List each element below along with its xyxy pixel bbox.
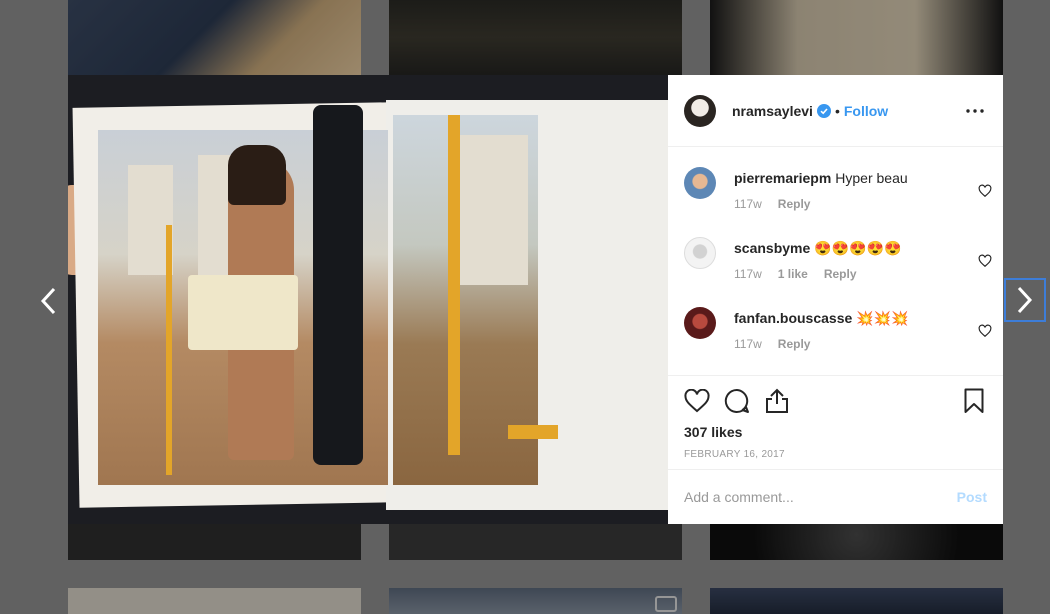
post-image[interactable] — [68, 75, 668, 524]
reply-button[interactable]: Reply — [778, 337, 811, 351]
more-options-icon[interactable] — [963, 99, 987, 123]
figure — [313, 105, 363, 465]
avatar[interactable] — [684, 237, 716, 269]
post-date[interactable]: FEBRUARY 16, 2017 — [684, 449, 987, 460]
bookmark-icon[interactable] — [961, 388, 987, 414]
avatar[interactable] — [684, 94, 716, 127]
post-modal: nramsaylevi • Follow pierremariepm Hyper … — [68, 75, 1003, 524]
comment-text: Hyper beau — [835, 170, 908, 186]
chevron-right-icon[interactable] — [1004, 278, 1046, 322]
post-actions: 307 likes FEBRUARY 16, 2017 — [668, 375, 1003, 469]
chevron-left-icon[interactable] — [30, 283, 66, 319]
comment-input[interactable] — [684, 489, 957, 505]
heart-icon[interactable] — [978, 324, 992, 338]
hair — [228, 145, 286, 205]
heart-icon[interactable] — [684, 388, 710, 414]
towel — [188, 275, 298, 350]
avatar[interactable] — [684, 307, 716, 339]
reply-button[interactable]: Reply — [824, 267, 857, 281]
comment-item: pierremariepm Hyper beau 117w Reply — [684, 155, 1003, 225]
reply-button[interactable]: Reply — [778, 197, 811, 211]
verified-badge-icon — [816, 103, 831, 118]
post-header: nramsaylevi • Follow — [668, 75, 1003, 147]
comment-item: scansbyme 😍😍😍😍😍 117w 1 like Reply — [684, 225, 1003, 295]
share-icon[interactable] — [764, 388, 790, 414]
comment-text: 😍😍😍😍😍 — [814, 240, 902, 256]
comment-composer: Post — [668, 469, 1003, 524]
comment-username[interactable]: scansbyme — [734, 240, 810, 256]
avatar[interactable] — [684, 167, 716, 199]
comment-username[interactable]: pierremariepm — [734, 170, 831, 186]
post-comment-button[interactable]: Post — [957, 489, 987, 505]
comment-like-count[interactable]: 1 like — [778, 267, 808, 281]
comment-age[interactable]: 117w — [734, 267, 762, 281]
author-username[interactable]: nramsaylevi — [732, 103, 813, 119]
comment-item: fanfan.bouscasse 💥💥💥 117w Reply — [684, 295, 1003, 365]
likes-count[interactable]: 307 likes — [684, 424, 987, 440]
comment-username[interactable]: fanfan.bouscasse — [734, 310, 852, 326]
building — [448, 135, 528, 285]
heart-icon[interactable] — [978, 184, 992, 198]
separator-dot: • — [834, 102, 840, 119]
heart-icon[interactable] — [978, 254, 992, 268]
comment-text: 💥💥💥 — [856, 310, 909, 326]
comment-bubble-icon[interactable] — [724, 388, 750, 414]
follow-button[interactable]: Follow — [844, 103, 888, 119]
comment-age[interactable]: 117w — [734, 197, 762, 211]
pole — [166, 225, 172, 475]
pole — [448, 115, 460, 455]
post-sidebar: nramsaylevi • Follow pierremariepm Hyper … — [668, 75, 1003, 524]
comments-list[interactable]: pierremariepm Hyper beau 117w Reply scans… — [668, 147, 1003, 375]
comment-age[interactable]: 117w — [734, 337, 762, 351]
pole — [508, 425, 558, 439]
